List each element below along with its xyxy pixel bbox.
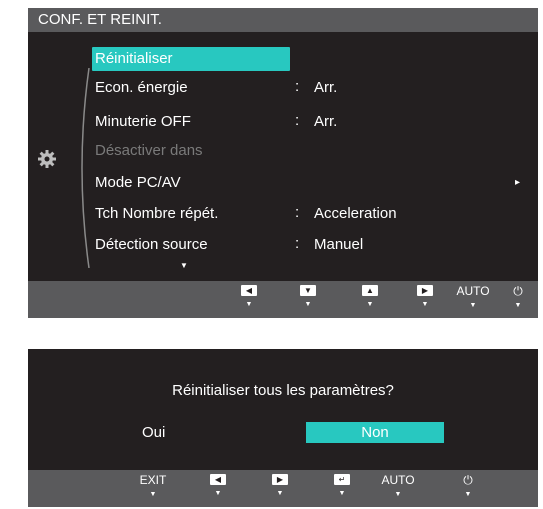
power-icon: ⏻ [463,473,473,487]
menu-item-detection-source[interactable]: Détection source : Manuel [95,233,520,257]
menu-item-label: Tch Nombre répét. [95,205,219,222]
exit-button[interactable]: EXIT ▼ [133,474,173,499]
menu-footer: ◀ ▼ ▼ ▼ ▲ ▼ ▶ ▼ AUTO ▼ ⏻ ▼ [28,281,538,318]
right-arrow-icon: ▶ [417,285,433,296]
menu-item-label: Econ. énergie [95,79,188,96]
auto-label: AUTO [456,284,490,298]
menu-item-label: Désactiver dans [95,142,203,159]
down-arrow-icon: ▼ [300,285,316,296]
tick-icon: ▼ [276,490,284,497]
menu-item-tch-nombre-repet[interactable]: Tch Nombre répét. : Acceleration [95,202,520,226]
auto-button[interactable]: AUTO ▼ [378,474,418,499]
menu-item-label: Mode PC/AV [95,174,181,191]
menu-item-minuterie-off[interactable]: Minuterie OFF : Arr. [95,110,520,134]
left-arrow-icon: ◀ [210,474,226,485]
tick-icon: ▼ [338,490,346,497]
right-button[interactable]: ▶ ▼ [410,285,440,309]
tick-icon: ▼ [394,491,402,498]
menu-item-colon: : [295,235,300,252]
menu-item-colon: : [295,112,300,129]
enter-button[interactable]: ↵ ▼ [327,474,357,498]
menu-item-value: Acceleration [314,205,397,222]
exit-label: EXIT [139,473,167,487]
menu-item-mode-pc-av[interactable]: Mode PC/AV ▸ [95,171,520,195]
menu-bracket [81,68,90,268]
menu-item-value: Arr. [314,113,338,130]
tick-icon: ▼ [421,301,429,308]
tick-icon: ▼ [464,491,472,498]
left-button[interactable]: ◀ ▼ [234,285,264,309]
tick-icon: ▼ [304,301,312,308]
menu-item-value: Arr. [314,79,338,96]
tick-icon: ▼ [214,490,222,497]
dialog-prompt: Réinitialiser tous les paramètres? [172,382,394,399]
auto-label: AUTO [381,473,415,487]
menu-item-reinitialiser[interactable]: Réinitialiser [92,47,520,71]
down-button[interactable]: ▼ ▼ [293,285,323,309]
submenu-arrow-icon: ▸ [514,177,520,188]
left-button[interactable]: ◀ ▼ [203,474,233,498]
left-arrow-icon: ◀ [241,285,257,296]
no-option[interactable]: Non [306,422,444,443]
menu-title: CONF. ET REINIT. [28,8,538,32]
menu-item-colon: : [295,204,300,221]
tick-icon: ▼ [245,301,253,308]
dialog-footer: EXIT ▼ ◀ ▼ ▶ ▼ ↵ ▼ AUTO ▼ ⏻ ▼ [28,470,538,507]
up-arrow-icon: ▲ [362,285,378,296]
menu-item-label: Détection source [95,236,208,253]
scroll-down-icon: ▼ [180,261,188,270]
gear-icon [38,150,56,168]
right-arrow-icon: ▶ [272,474,288,485]
up-button[interactable]: ▲ ▼ [355,285,385,309]
menu-item-desactiver-dans: Désactiver dans [95,139,520,163]
settings-menu: CONF. ET REINIT. Réinitialiser Econ. éne… [28,8,538,318]
menu-item-value: Manuel [314,236,364,253]
yes-option[interactable]: Oui [142,424,165,441]
menu-item-label: Minuterie OFF [95,113,191,130]
menu-item-label: Réinitialiser [92,47,290,71]
tick-icon: ▼ [366,301,374,308]
tick-icon: ▼ [149,491,157,498]
auto-button[interactable]: AUTO ▼ [453,285,493,310]
reset-dialog: Réinitialiser tous les paramètres? Oui N… [28,349,538,507]
power-button[interactable]: ⏻ ▼ [453,474,483,499]
enter-icon: ↵ [334,474,350,485]
tick-icon: ▼ [514,302,522,309]
right-button[interactable]: ▶ ▼ [265,474,295,498]
tick-icon: ▼ [469,302,477,309]
power-button[interactable]: ⏻ ▼ [503,285,533,310]
menu-item-econ-energie[interactable]: Econ. énergie : Arr. [95,76,520,100]
menu-item-colon: : [295,78,300,95]
power-icon: ⏻ [513,284,523,298]
